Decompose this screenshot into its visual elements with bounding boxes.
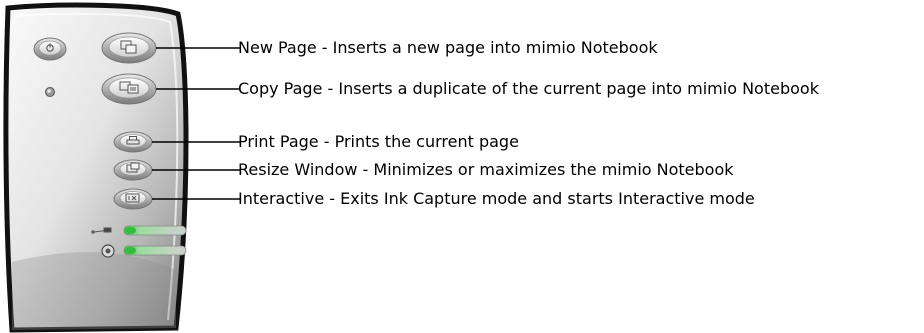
eraser-icon xyxy=(101,244,115,258)
new-page-button[interactable] xyxy=(101,32,157,64)
power-button[interactable] xyxy=(33,37,67,61)
print-page-callout: Print Page - Prints the current page xyxy=(238,132,519,151)
interactive-button[interactable] xyxy=(113,188,153,210)
copy-page-button[interactable] xyxy=(101,73,157,105)
resize-window-callout: Resize Window - Minimizes or maximizes t… xyxy=(238,160,734,179)
interactive-callout: Interactive - Exits Ink Capture mode and… xyxy=(238,189,755,208)
new-page-callout: New Page - Inserts a new page into mimio… xyxy=(238,38,658,57)
print-page-button[interactable] xyxy=(113,131,153,153)
copy-page-callout: Copy Page - Inserts a duplicate of the c… xyxy=(238,79,819,98)
device-base-curve xyxy=(12,252,176,330)
status-led xyxy=(45,87,55,97)
mimio-device-panel xyxy=(3,2,240,333)
resize-window-button[interactable] xyxy=(113,159,153,181)
